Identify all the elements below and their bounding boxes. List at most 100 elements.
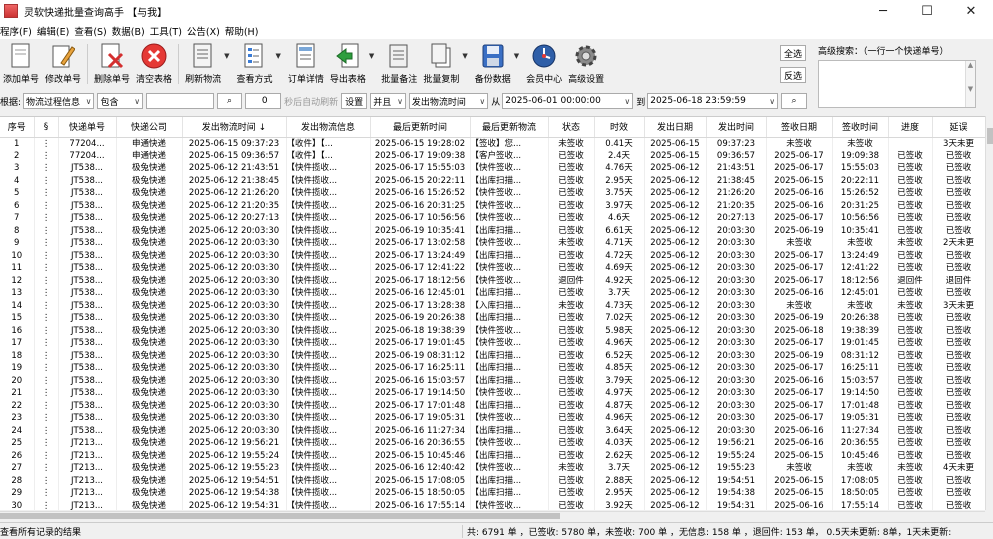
time-field-select[interactable]: 发出物流时间 xyxy=(408,93,489,109)
backup-dropdown-icon[interactable]: ▼ xyxy=(514,52,519,60)
table-cell: 已签收 xyxy=(548,287,595,300)
export-dropdown-icon[interactable]: ▼ xyxy=(369,52,374,60)
column-header[interactable]: 时效 xyxy=(594,117,645,138)
table-row[interactable]: 27 ⋮ JT213... 极兔快递 2025-06-12 19:55:23 【快件揽收.… xyxy=(0,462,986,475)
maximize-icon[interactable]: ☐ xyxy=(905,0,949,22)
table-row[interactable]: 5 ⋮ JT538... 极兔快递 2025-06-12 21:26:20 【快件揽收..… xyxy=(0,187,986,200)
table-row[interactable]: 23 ⋮ JT538... 极兔快递 2025-06-12 20:03:30 【快件揽收.… xyxy=(0,412,986,425)
view-mode-dropdown-icon[interactable]: ▼ xyxy=(275,52,280,60)
batch-copy-dropdown-icon[interactable]: ▼ xyxy=(462,52,467,60)
filter-search-button[interactable]: ⌕ xyxy=(216,93,243,109)
batch-note-button[interactable]: 批量备注 xyxy=(378,40,420,88)
column-header[interactable]: 最后更新物流 xyxy=(470,117,549,138)
table-row[interactable]: 28 ⋮ JT213... 极兔快递 2025-06-12 19:54:51 【快件揽收.… xyxy=(0,474,986,487)
menu-edit[interactable]: 编辑(E) xyxy=(37,24,74,38)
column-header[interactable]: 快递公司 xyxy=(116,117,183,138)
table-row[interactable]: 8 ⋮ JT538... 极兔快递 2025-06-12 20:03:30 【快件揽收..… xyxy=(0,224,986,237)
menu-tools[interactable]: 工具(T) xyxy=(150,24,187,38)
table-row[interactable]: 11 ⋮ JT538... 极兔快递 2025-06-12 20:03:30 【快件揽收.… xyxy=(0,262,986,275)
advanced-search-scrollbar[interactable]: ▲ ▼ xyxy=(965,61,975,107)
table-row[interactable]: 26 ⋮ JT213... 极兔快递 2025-06-12 19:55:24 【快件揽收.… xyxy=(0,449,986,462)
table-cell: ⋮ xyxy=(34,374,59,387)
invert-selection-button[interactable]: 反选 xyxy=(780,67,806,83)
view-mode-button[interactable]: 查看方式 xyxy=(233,40,275,88)
menu-data[interactable]: 数据(B) xyxy=(112,24,150,38)
add-number-button[interactable]: 添加单号 xyxy=(0,40,42,88)
table-row[interactable]: 18 ⋮ JT538... 极兔快递 2025-06-12 20:03:30 【快件揽收.… xyxy=(0,349,986,362)
table-row[interactable]: 6 ⋮ JT538... 极兔快递 2025-06-12 21:20:35 【快件揽收..… xyxy=(0,199,986,212)
batch-copy-button[interactable]: 批量复制 xyxy=(420,40,462,88)
backup-data-button[interactable]: 备份数据 xyxy=(472,40,514,88)
refresh-dropdown-icon[interactable]: ▼ xyxy=(224,52,229,60)
advanced-settings-button[interactable]: 高级设置 xyxy=(565,40,607,88)
column-header[interactable]: 延误 xyxy=(932,117,986,138)
column-header[interactable]: 状态 xyxy=(548,117,595,138)
table-row[interactable]: 13 ⋮ JT538... 极兔快递 2025-06-12 20:03:30 【快件揽收.… xyxy=(0,287,986,300)
filter-logic-select[interactable]: 并且 xyxy=(370,93,406,109)
filter-keyword-input[interactable] xyxy=(146,93,214,109)
delete-number-button[interactable]: 删除单号 xyxy=(91,40,133,88)
table-row[interactable]: 30 ⋮ JT213... 极兔快递 2025-06-12 19:54:31 【快件揽收.… xyxy=(0,499,986,510)
table-row[interactable]: 19 ⋮ JT538... 极兔快递 2025-06-12 20:03:30 【快件揽收.… xyxy=(0,362,986,375)
menu-notice[interactable]: 公告(X) xyxy=(187,24,225,38)
column-header[interactable]: 签收时间 xyxy=(832,117,889,138)
column-header[interactable]: 快递单号 xyxy=(58,117,117,138)
table-row[interactable]: 14 ⋮ JT538... 极兔快递 2025-06-12 20:03:30 【快件揽收.… xyxy=(0,299,986,312)
table-row[interactable]: 21 ⋮ JT538... 极兔快递 2025-06-12 20:03:30 【快件揽收.… xyxy=(0,387,986,400)
table-row[interactable]: 24 ⋮ JT538... 极兔快递 2025-06-12 20:03:30 【快件揽收.… xyxy=(0,424,986,437)
horizontal-scrollbar[interactable] xyxy=(0,511,985,519)
table-row[interactable]: 9 ⋮ JT538... 极兔快递 2025-06-12 20:03:30 【快件揽收..… xyxy=(0,237,986,250)
member-center-button[interactable]: 会员中心 xyxy=(523,40,565,88)
table-cell: 2025-06-12 19:54:31 xyxy=(182,499,287,510)
auto-refresh-seconds-input[interactable]: 0 xyxy=(245,93,282,109)
column-header[interactable]: 进度 xyxy=(888,117,933,138)
date-to-picker[interactable]: 2025-06-18 23:59:59 xyxy=(647,93,779,109)
filter-match-select[interactable]: 包含 xyxy=(97,93,144,109)
table-row[interactable]: 2 ⋮ 77204... 申通快递 2025-06-15 09:36:57 【收件】【..… xyxy=(0,149,986,162)
vertical-scroll-thumb[interactable] xyxy=(987,128,993,144)
menu-program[interactable]: 程序(F) xyxy=(0,24,37,38)
table-cell: 2025-06-16 xyxy=(766,187,833,200)
date-from-picker[interactable]: 2025-06-01 00:00:00 xyxy=(502,93,634,109)
table-row[interactable]: 10 ⋮ JT538... 极兔快递 2025-06-12 20:03:30 【快件揽收.… xyxy=(0,249,986,262)
table-cell: 2025-06-12 20:03:30 xyxy=(182,262,287,275)
date-search-button[interactable]: ⌕ xyxy=(781,93,807,109)
edit-number-button[interactable]: 修改单号 xyxy=(42,40,84,88)
column-header[interactable]: 发出时间 xyxy=(706,117,767,138)
column-header[interactable]: 发出日期 xyxy=(644,117,707,138)
table-cell: 12:41:22 xyxy=(832,262,889,275)
clear-table-button[interactable]: 清空表格 xyxy=(133,40,175,88)
table-row[interactable]: 25 ⋮ JT213... 极兔快递 2025-06-12 19:56:21 【快件揽收.… xyxy=(0,437,986,450)
column-header[interactable]: 签收日期 xyxy=(766,117,833,138)
table-row[interactable]: 17 ⋮ JT538... 极兔快递 2025-06-12 20:03:30 【快件揽收.… xyxy=(0,337,986,350)
export-table-button[interactable]: 导出表格 xyxy=(327,40,369,88)
horizontal-scroll-thumb[interactable] xyxy=(0,513,560,519)
table-row[interactable]: 1 ⋮ 77204... 申通快递 2025-06-15 09:37:23 【收件】【..… xyxy=(0,137,986,150)
table-row[interactable]: 12 ⋮ JT538... 极兔快递 2025-06-12 20:03:30 【快件揽收.… xyxy=(0,274,986,287)
table-row[interactable]: 29 ⋮ JT213... 极兔快递 2025-06-12 19:54:38 【快件揽收.… xyxy=(0,487,986,500)
column-header[interactable]: 发出物流时间 ↓ xyxy=(182,117,287,138)
vertical-scrollbar[interactable] xyxy=(985,116,993,510)
filter-field-select[interactable]: 物流过程信息 xyxy=(23,93,95,109)
table-row[interactable]: 20 ⋮ JT538... 极兔快递 2025-06-12 20:03:30 【快件揽收.… xyxy=(0,374,986,387)
table-row[interactable]: 7 ⋮ JT538... 极兔快递 2025-06-12 20:27:13 【快件揽收..… xyxy=(0,212,986,225)
auto-refresh-setup-button[interactable]: 设置 xyxy=(341,93,368,109)
column-header[interactable]: § xyxy=(34,117,59,138)
order-detail-button[interactable]: 订单详情 xyxy=(285,40,327,88)
table-row[interactable]: 4 ⋮ JT538... 极兔快递 2025-06-12 21:38:45 【快件揽收..… xyxy=(0,174,986,187)
column-header[interactable]: 发出物流信息 xyxy=(286,117,371,138)
table-row[interactable]: 3 ⋮ JT538... 极兔快递 2025-06-12 21:43:51 【快件揽收..… xyxy=(0,162,986,175)
select-all-button[interactable]: 全选 xyxy=(780,45,806,61)
column-header[interactable]: 最后更新时间 xyxy=(370,117,471,138)
advanced-search-textarea[interactable]: ▲ ▼ xyxy=(818,60,976,108)
table-row[interactable]: 16 ⋮ JT538... 极兔快递 2025-06-12 20:03:30 【快件揽收.… xyxy=(0,324,986,337)
table-row[interactable]: 22 ⋮ JT538... 极兔快递 2025-06-12 20:03:30 【快件揽收.… xyxy=(0,399,986,412)
menu-help[interactable]: 帮助(H) xyxy=(225,24,264,38)
refresh-logistics-button[interactable]: 刷新物流 xyxy=(182,40,224,88)
table-row[interactable]: 15 ⋮ JT538... 极兔快递 2025-06-12 20:03:30 【快件揽收.… xyxy=(0,312,986,325)
table-cell: 已签收 xyxy=(548,174,595,187)
column-header[interactable]: 序号 xyxy=(0,117,35,138)
close-icon[interactable]: ✕ xyxy=(949,0,993,22)
menu-view[interactable]: 查看(S) xyxy=(74,24,111,38)
minimize-icon[interactable]: ─ xyxy=(861,0,905,22)
